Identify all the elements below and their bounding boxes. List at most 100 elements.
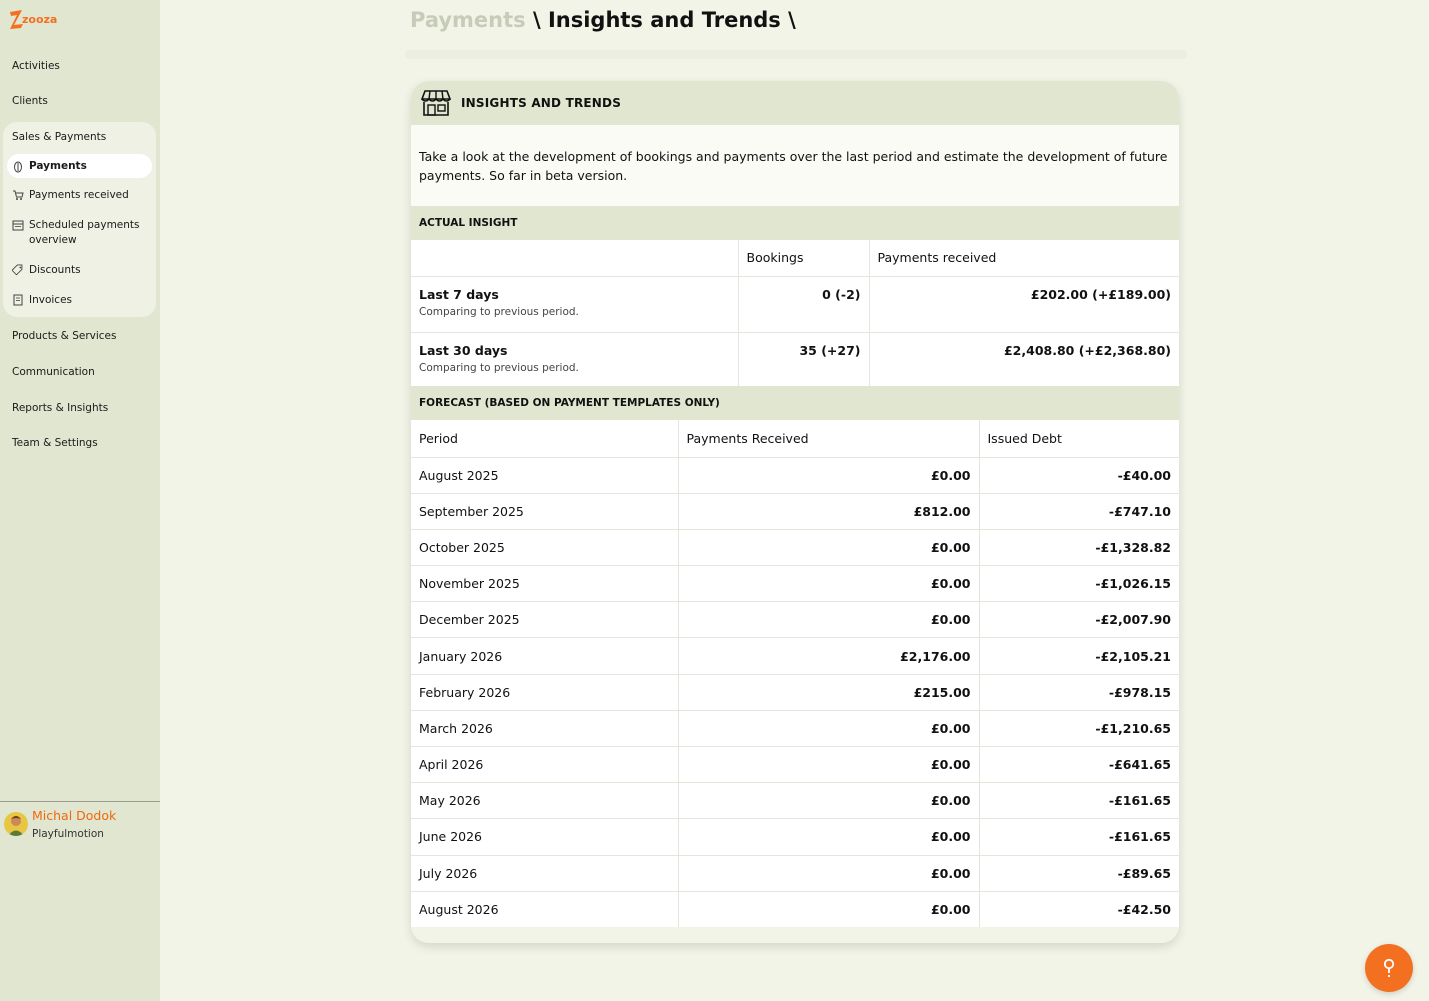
- user-organization: Playfulmotion: [32, 828, 104, 840]
- sidebar-subitem-discounts[interactable]: Discounts: [7, 263, 152, 278]
- forecast-received-cell: £812.00: [678, 493, 980, 530]
- coin-icon: [7, 160, 29, 173]
- forecast-period-cell: August 2026: [411, 891, 679, 928]
- avatar[interactable]: [4, 812, 28, 836]
- sidebar-item-clients[interactable]: Clients: [12, 95, 48, 107]
- forecast-debt-cell: -£2,105.21: [979, 637, 1179, 675]
- page-title: Insights and Trends: [547, 8, 781, 32]
- column-header: [411, 240, 739, 277]
- forecast-debt-cell: -£161.65: [979, 818, 1179, 856]
- forecast-period-cell: November 2025: [411, 565, 679, 603]
- forecast-period-cell: March 2026: [411, 710, 679, 748]
- table-row: August 2025 £0.00 -£40.00: [411, 457, 1179, 494]
- table-row: Last 7 days Comparing to previous period…: [411, 276, 1179, 333]
- forecast-period-cell: August 2025: [411, 457, 679, 494]
- insights-card: INSIGHTS AND TRENDS Take a look at the d…: [411, 81, 1179, 943]
- forecast-received-cell: £215.00: [678, 674, 980, 711]
- card-footer: [411, 927, 1179, 943]
- table-row: April 2026 £0.00 -£641.65: [411, 746, 1179, 784]
- sidebar-subitem-label: Payments: [29, 159, 87, 172]
- forecast-period-cell: January 2026: [411, 637, 679, 675]
- period-cell: Last 30 days Comparing to previous perio…: [411, 332, 739, 389]
- sidebar-item-reports-insights[interactable]: Reports & Insights: [12, 402, 108, 414]
- table-row: February 2026 £215.00 -£978.15: [411, 674, 1179, 711]
- forecast-table: Period Payments Received Issued Debt Aug…: [411, 420, 1179, 928]
- period-note: Comparing to previous period.: [419, 361, 579, 374]
- forecast-debt-cell: -£1,210.65: [979, 710, 1179, 748]
- forecast-period-cell: April 2026: [411, 746, 679, 784]
- period-cell: Last 7 days Comparing to previous period…: [411, 276, 739, 333]
- forecast-received-cell: £0.00: [678, 746, 980, 784]
- forecast-period-cell: December 2025: [411, 601, 679, 639]
- sidebar-item-products-services[interactable]: Products & Services: [12, 330, 116, 342]
- forecast-debt-cell: -£40.00: [979, 457, 1179, 494]
- table-row: June 2026 £0.00 -£161.65: [411, 818, 1179, 856]
- table-row: March 2026 £0.00 -£1,210.65: [411, 710, 1179, 748]
- invoice-icon: [7, 293, 29, 306]
- sidebar-subitem-label: Discounts: [29, 264, 81, 276]
- user-name[interactable]: Michal Dodok: [32, 808, 116, 823]
- table-row: January 2026 £2,176.00 -£2,105.21: [411, 637, 1179, 675]
- period-label: Last 30 days: [419, 342, 508, 358]
- forecast-debt-cell: -£1,026.15: [979, 565, 1179, 603]
- table-row: November 2025 £0.00 -£1,026.15: [411, 565, 1179, 603]
- actual-insight-heading: ACTUAL INSIGHT: [411, 206, 1179, 240]
- breadcrumb: Payments \ Insights and Trends \: [410, 8, 796, 32]
- forecast-received-cell: £0.00: [678, 529, 980, 567]
- sidebar-item-activities[interactable]: Activities: [12, 60, 60, 72]
- sidebar-item-communication[interactable]: Communication: [12, 366, 95, 378]
- forecast-received-cell: £0.00: [678, 891, 980, 928]
- forecast-debt-cell: -£89.65: [979, 855, 1179, 892]
- forecast-received-cell: £0.00: [678, 782, 980, 820]
- forecast-period-cell: July 2026: [411, 855, 679, 892]
- forecast-received-cell: £2,176.00: [678, 637, 980, 675]
- sidebar-item-sales-payments[interactable]: Sales & Payments: [12, 131, 106, 143]
- sidebar-subitem-label: Payments received: [29, 189, 129, 201]
- forecast-heading: FORECAST (BASED ON PAYMENT TEMPLATES ONL…: [411, 386, 1179, 420]
- sidebar: zooza Activities Clients Sales & Payment…: [0, 0, 160, 1001]
- help-button[interactable]: [1365, 944, 1413, 992]
- forecast-received-cell: £0.00: [678, 601, 980, 639]
- payments-value: £202.00 (+£189.00): [869, 276, 1179, 333]
- card-description: Take a look at the development of bookin…: [411, 125, 1179, 206]
- breadcrumb-separator: \: [780, 8, 796, 32]
- sidebar-subitem-invoices[interactable]: Invoices: [7, 293, 152, 308]
- payments-value: £2,408.80 (+£2,368.80): [869, 332, 1179, 389]
- column-header-issued-debt: Issued Debt: [979, 420, 1179, 458]
- table-row: Last 30 days Comparing to previous perio…: [411, 332, 1179, 389]
- actual-insight-table: Bookings Payments received Last 7 days C…: [411, 240, 1179, 389]
- sidebar-item-team-settings[interactable]: Team & Settings: [12, 437, 98, 449]
- column-header-payments-received: Payments received: [869, 240, 1179, 277]
- help-icon: [1383, 958, 1395, 978]
- table-row: September 2025 £812.00 -£747.10: [411, 493, 1179, 530]
- table-row: October 2025 £0.00 -£1,328.82: [411, 529, 1179, 567]
- breadcrumb-payments[interactable]: Payments: [410, 8, 526, 32]
- table-row: August 2026 £0.00 -£42.50: [411, 891, 1179, 928]
- table-header-row: Period Payments Received Issued Debt: [411, 420, 1179, 458]
- forecast-received-cell: £0.00: [678, 565, 980, 603]
- sidebar-subitem-scheduled-payments[interactable]: Scheduled payments overview: [7, 218, 152, 248]
- period-note: Comparing to previous period.: [419, 305, 579, 318]
- calendar-icon: [7, 218, 29, 231]
- forecast-period-cell: February 2026: [411, 674, 679, 711]
- zooza-logo[interactable]: zooza: [9, 8, 57, 30]
- table-row: December 2025 £0.00 -£2,007.90: [411, 601, 1179, 639]
- column-header-payments-received: Payments Received: [678, 420, 980, 458]
- table-row: July 2026 £0.00 -£89.65: [411, 855, 1179, 892]
- tag-icon: [7, 263, 29, 276]
- header-divider: [405, 50, 1187, 59]
- forecast-debt-cell: -£1,328.82: [979, 529, 1179, 567]
- cart-icon: [7, 188, 29, 201]
- bookings-value: 35 (+27): [738, 332, 870, 389]
- store-icon: [420, 90, 452, 116]
- forecast-period-cell: May 2026: [411, 782, 679, 820]
- forecast-debt-cell: -£2,007.90: [979, 601, 1179, 639]
- sidebar-subitem-payments[interactable]: Payments: [7, 154, 152, 178]
- breadcrumb-separator: \: [525, 8, 548, 32]
- table-header-row: Bookings Payments received: [411, 240, 1179, 277]
- sidebar-subitem-payments-received[interactable]: Payments received: [7, 188, 152, 203]
- forecast-debt-cell: -£978.15: [979, 674, 1179, 711]
- bookings-value: 0 (-2): [738, 276, 870, 333]
- forecast-received-cell: £0.00: [678, 710, 980, 748]
- forecast-period-cell: June 2026: [411, 818, 679, 856]
